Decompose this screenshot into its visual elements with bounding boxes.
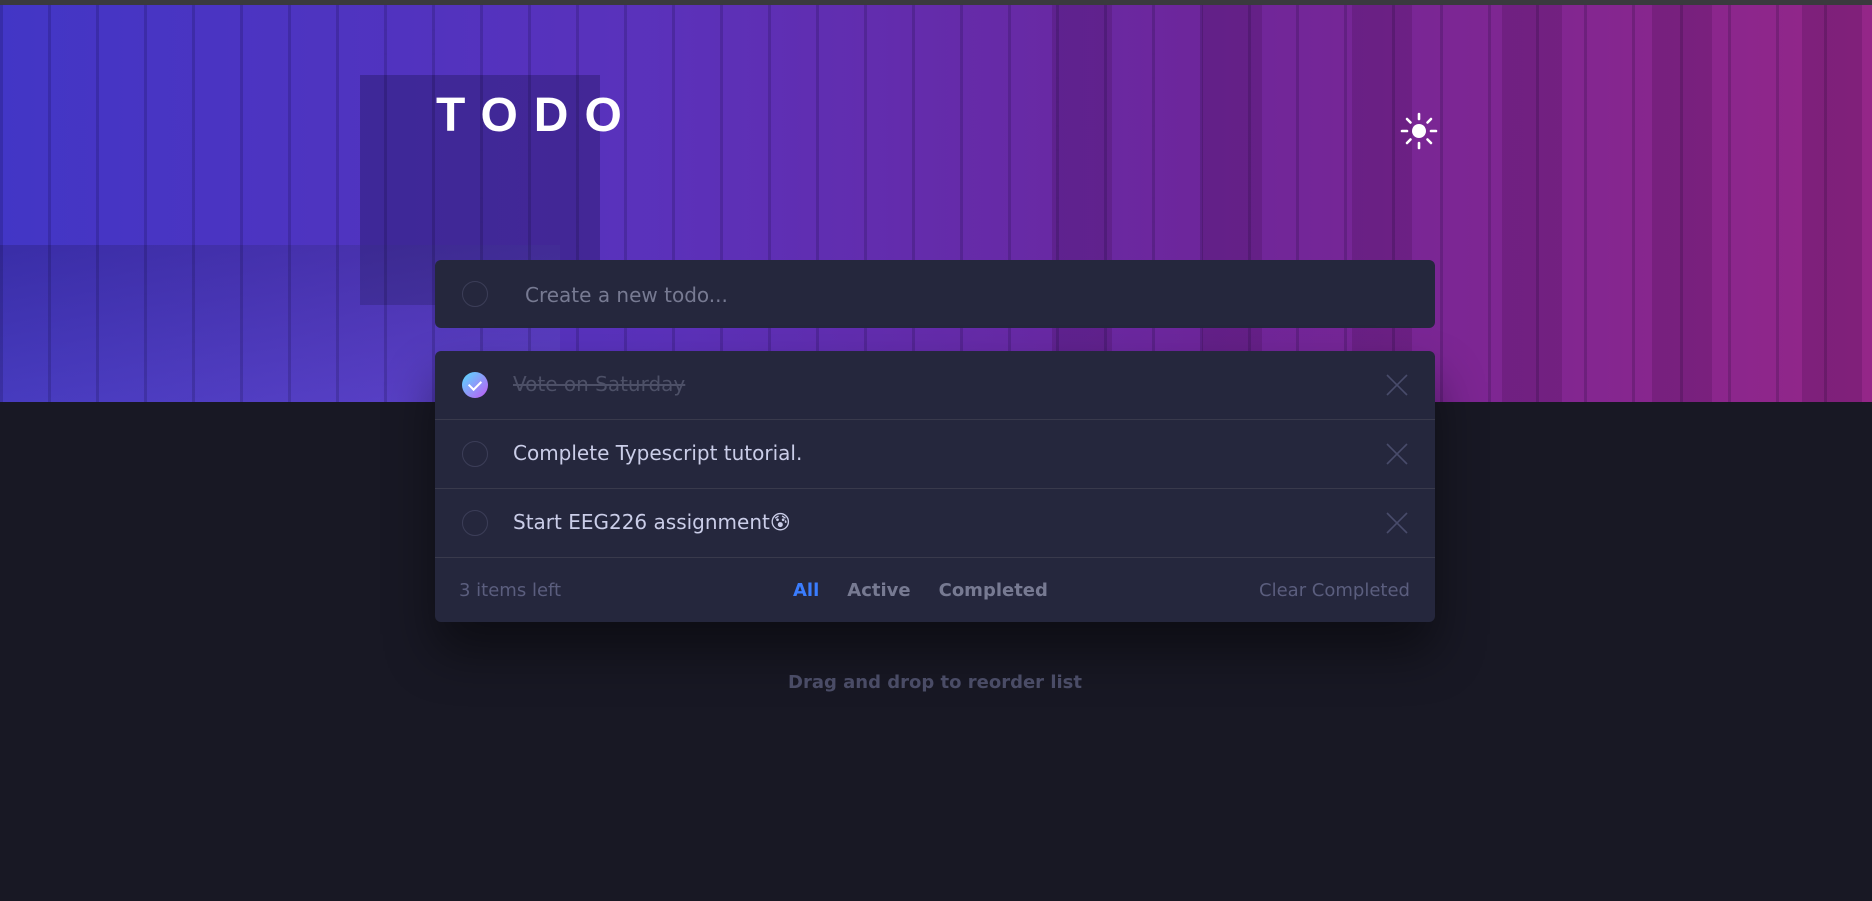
app-title: TODO	[436, 89, 638, 142]
todo-text: Complete Typescript tutorial.	[513, 441, 803, 465]
new-todo-check-circle[interactable]	[462, 281, 488, 307]
todo-emoji: 😰	[769, 510, 791, 534]
todo-checkbox-checked[interactable]	[462, 372, 488, 398]
filter-completed[interactable]: Completed	[939, 580, 1048, 601]
todo-item[interactable]: Start EEG226 assignment😰	[435, 489, 1435, 558]
close-icon[interactable]	[1385, 373, 1409, 397]
theme-toggle-button[interactable]	[1400, 112, 1438, 150]
todo-checkbox[interactable]	[462, 510, 488, 536]
filter-all[interactable]: All	[793, 580, 819, 601]
todo-item[interactable]: Complete Typescript tutorial.	[435, 420, 1435, 489]
todo-text-wrapper: Start EEG226 assignment😰	[513, 510, 791, 534]
todo-list: Vote on Saturday Complete Typescript tut…	[435, 351, 1435, 622]
drag-drop-hint: Drag and drop to reorder list	[788, 672, 1082, 693]
new-todo-bar	[435, 260, 1435, 328]
header-background-image	[0, 5, 1872, 402]
new-todo-input[interactable]	[523, 274, 1407, 316]
filter-active[interactable]: Active	[847, 580, 910, 601]
filter-tabs: All Active Completed	[793, 580, 1048, 601]
clear-completed-button[interactable]: Clear Completed	[1259, 580, 1410, 601]
todo-item[interactable]: Vote on Saturday	[435, 351, 1435, 420]
todo-text: Start EEG226 assignment	[513, 510, 770, 534]
close-icon[interactable]	[1385, 442, 1409, 466]
list-footer: 3 items left All Active Completed Clear …	[435, 558, 1435, 622]
todo-text: Vote on Saturday	[513, 372, 686, 396]
sun-icon	[1400, 112, 1438, 150]
items-left-count: 3 items left	[459, 580, 562, 601]
todo-checkbox[interactable]	[462, 441, 488, 467]
close-icon[interactable]	[1385, 511, 1409, 535]
